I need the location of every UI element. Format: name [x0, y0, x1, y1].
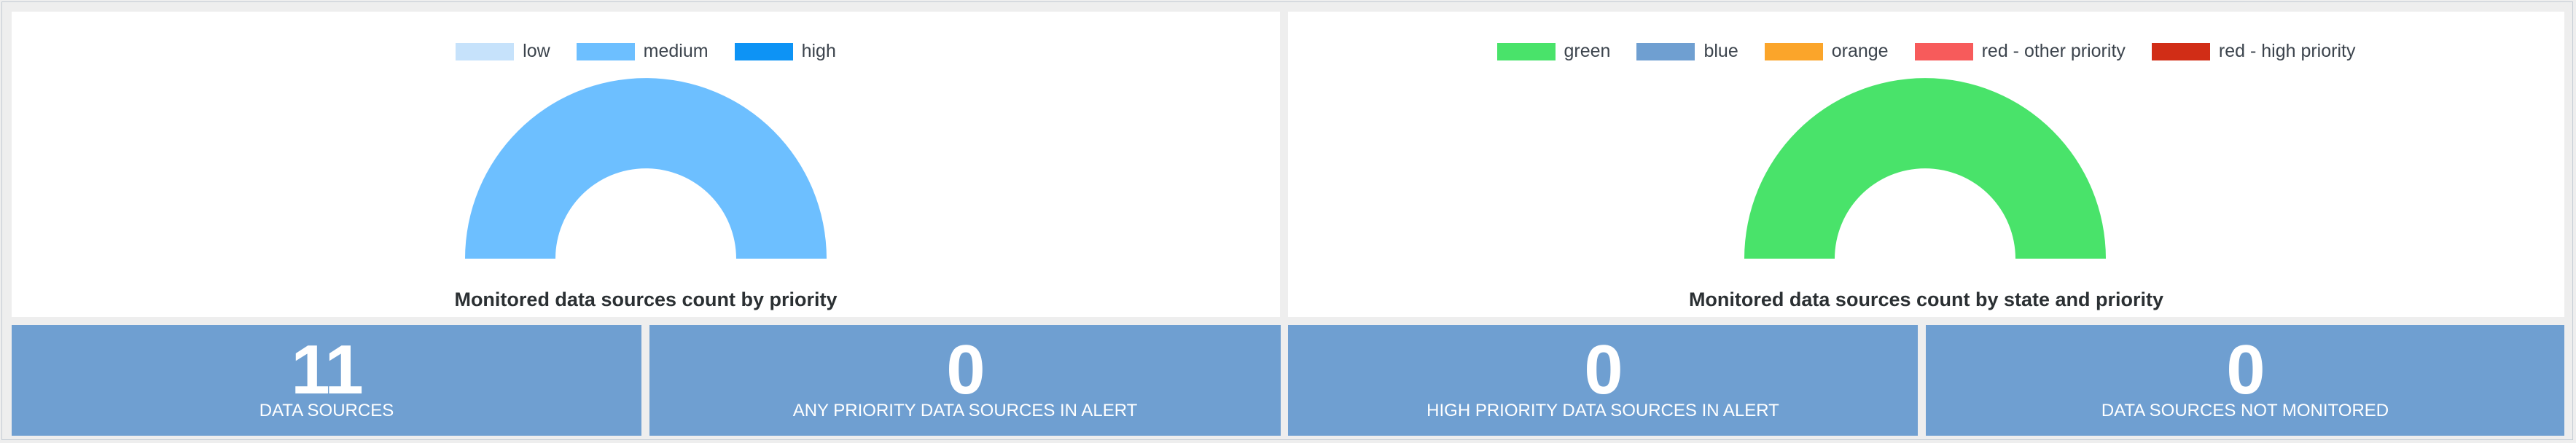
legend-label-green: green [1564, 41, 1611, 61]
priority-legend: low medium high [12, 42, 1280, 60]
legend-label-low: low [523, 41, 550, 61]
tile-any-priority-in-alert[interactable]: 0 ANY PRIORITY DATA SOURCES IN ALERT [649, 325, 1281, 436]
legend-label-red-other: red - other priority [1981, 41, 2126, 61]
legend-swatch-low [456, 42, 515, 60]
tile-label: ANY PRIORITY DATA SOURCES IN ALERT [792, 401, 1138, 420]
priority-panel-title: Monitored data sources count by priority [454, 289, 838, 310]
state-priority-panel-title: Monitored data sources count by state an… [1688, 289, 2164, 310]
legend-item-low[interactable]: low [456, 42, 550, 60]
state-priority-gauge[interactable] [1288, 67, 2564, 264]
tile-label: DATA SOURCES NOT MONITORED [2101, 401, 2389, 420]
tile-value: 0 [2226, 331, 2265, 409]
legend-swatch-high [734, 42, 793, 60]
tile-high-priority-in-alert[interactable]: 0 HIGH PRIORITY DATA SOURCES IN ALERT [1288, 325, 1918, 436]
legend-item-green[interactable]: green [1496, 41, 1611, 61]
tile-value: 11 [291, 331, 363, 409]
legend-label-red-high: red - high priority [2218, 41, 2356, 61]
legend-item-high[interactable]: high [734, 41, 836, 61]
legend-swatch-red-high [2151, 42, 2210, 60]
tile-label: DATA SOURCES [259, 401, 394, 420]
tile-value: 0 [946, 331, 985, 409]
tile-value: 0 [1584, 331, 1623, 409]
legend-item-orange[interactable]: orange [1764, 41, 1889, 61]
tile-label: HIGH PRIORITY DATA SOURCES IN ALERT [1426, 401, 1779, 420]
legend-swatch-red-other [1914, 42, 1973, 60]
legend-item-red-other[interactable]: red - other priority [1914, 41, 2126, 61]
tile-data-sources[interactable]: 11 DATA SOURCES [12, 325, 641, 436]
priority-gauge-arc[interactable] [465, 78, 827, 259]
state-legend: green blue orange red - other priority r… [1288, 42, 2564, 60]
legend-label-high: high [801, 41, 836, 61]
state-priority-gauge-arc[interactable] [1744, 78, 2106, 259]
priority-gauge[interactable] [12, 67, 1280, 264]
legend-item-medium[interactable]: medium [576, 41, 709, 61]
legend-item-red-high[interactable]: red - high priority [2151, 41, 2356, 61]
legend-swatch-medium [576, 42, 635, 60]
legend-swatch-orange [1764, 42, 1823, 60]
legend-label-orange: orange [1831, 41, 1889, 61]
legend-label-blue: blue [1703, 41, 1738, 61]
legend-swatch-green [1496, 42, 1556, 60]
legend-label-medium: medium [643, 41, 709, 61]
legend-item-blue[interactable]: blue [1636, 42, 1738, 60]
tile-not-monitored[interactable]: 0 DATA SOURCES NOT MONITORED [1926, 325, 2564, 436]
state-priority-gauge-panel: green blue orange red - other priority r… [1288, 12, 2564, 317]
legend-swatch-blue [1636, 42, 1695, 60]
priority-gauge-panel: low medium high Monitored data sources c… [12, 12, 1280, 317]
